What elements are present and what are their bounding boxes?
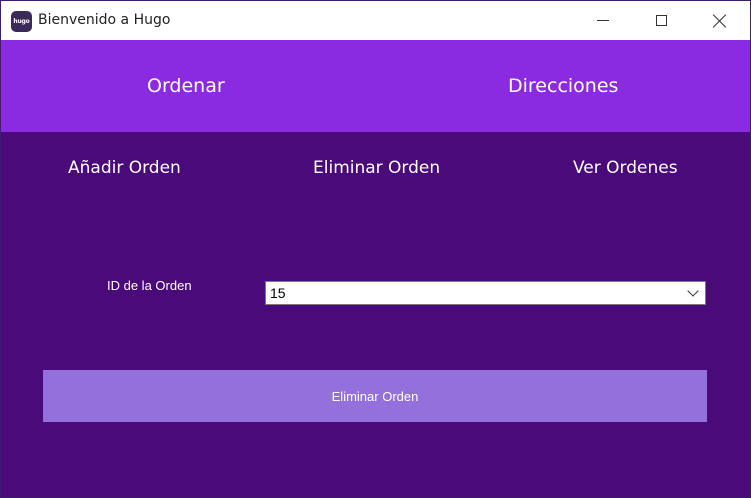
subnav-item-anadir-orden[interactable]: Añadir Orden <box>68 158 181 178</box>
order-id-select[interactable]: 15 <box>265 281 706 305</box>
nav-item-direcciones[interactable]: Direcciones <box>508 40 618 132</box>
chevron-down-icon <box>687 285 699 297</box>
app-logo-icon: hugo <box>11 11 32 32</box>
maximize-button[interactable] <box>632 1 690 40</box>
order-id-value: 15 <box>270 285 286 301</box>
subnav-item-ver-ordenes[interactable]: Ver Ordenes <box>573 158 678 178</box>
close-button[interactable] <box>691 1 749 40</box>
top-navigation: Ordenar Direcciones <box>1 40 750 132</box>
close-icon <box>713 14 727 28</box>
minimize-button[interactable] <box>574 1 632 40</box>
window-title: Bienvenido a Hugo <box>38 12 171 28</box>
nav-item-ordenar[interactable]: Ordenar <box>147 40 225 132</box>
subnav-item-eliminar-orden[interactable]: Eliminar Orden <box>313 158 440 178</box>
title-bar: hugo Bienvenido a Hugo <box>1 1 750 40</box>
eliminar-orden-button[interactable]: Eliminar Orden <box>43 370 707 422</box>
maximize-icon <box>655 15 667 26</box>
minimize-icon <box>597 20 609 21</box>
app-window: hugo Bienvenido a Hugo Ordenar Direccion… <box>0 0 751 498</box>
order-id-label: ID de la Orden <box>107 278 192 293</box>
